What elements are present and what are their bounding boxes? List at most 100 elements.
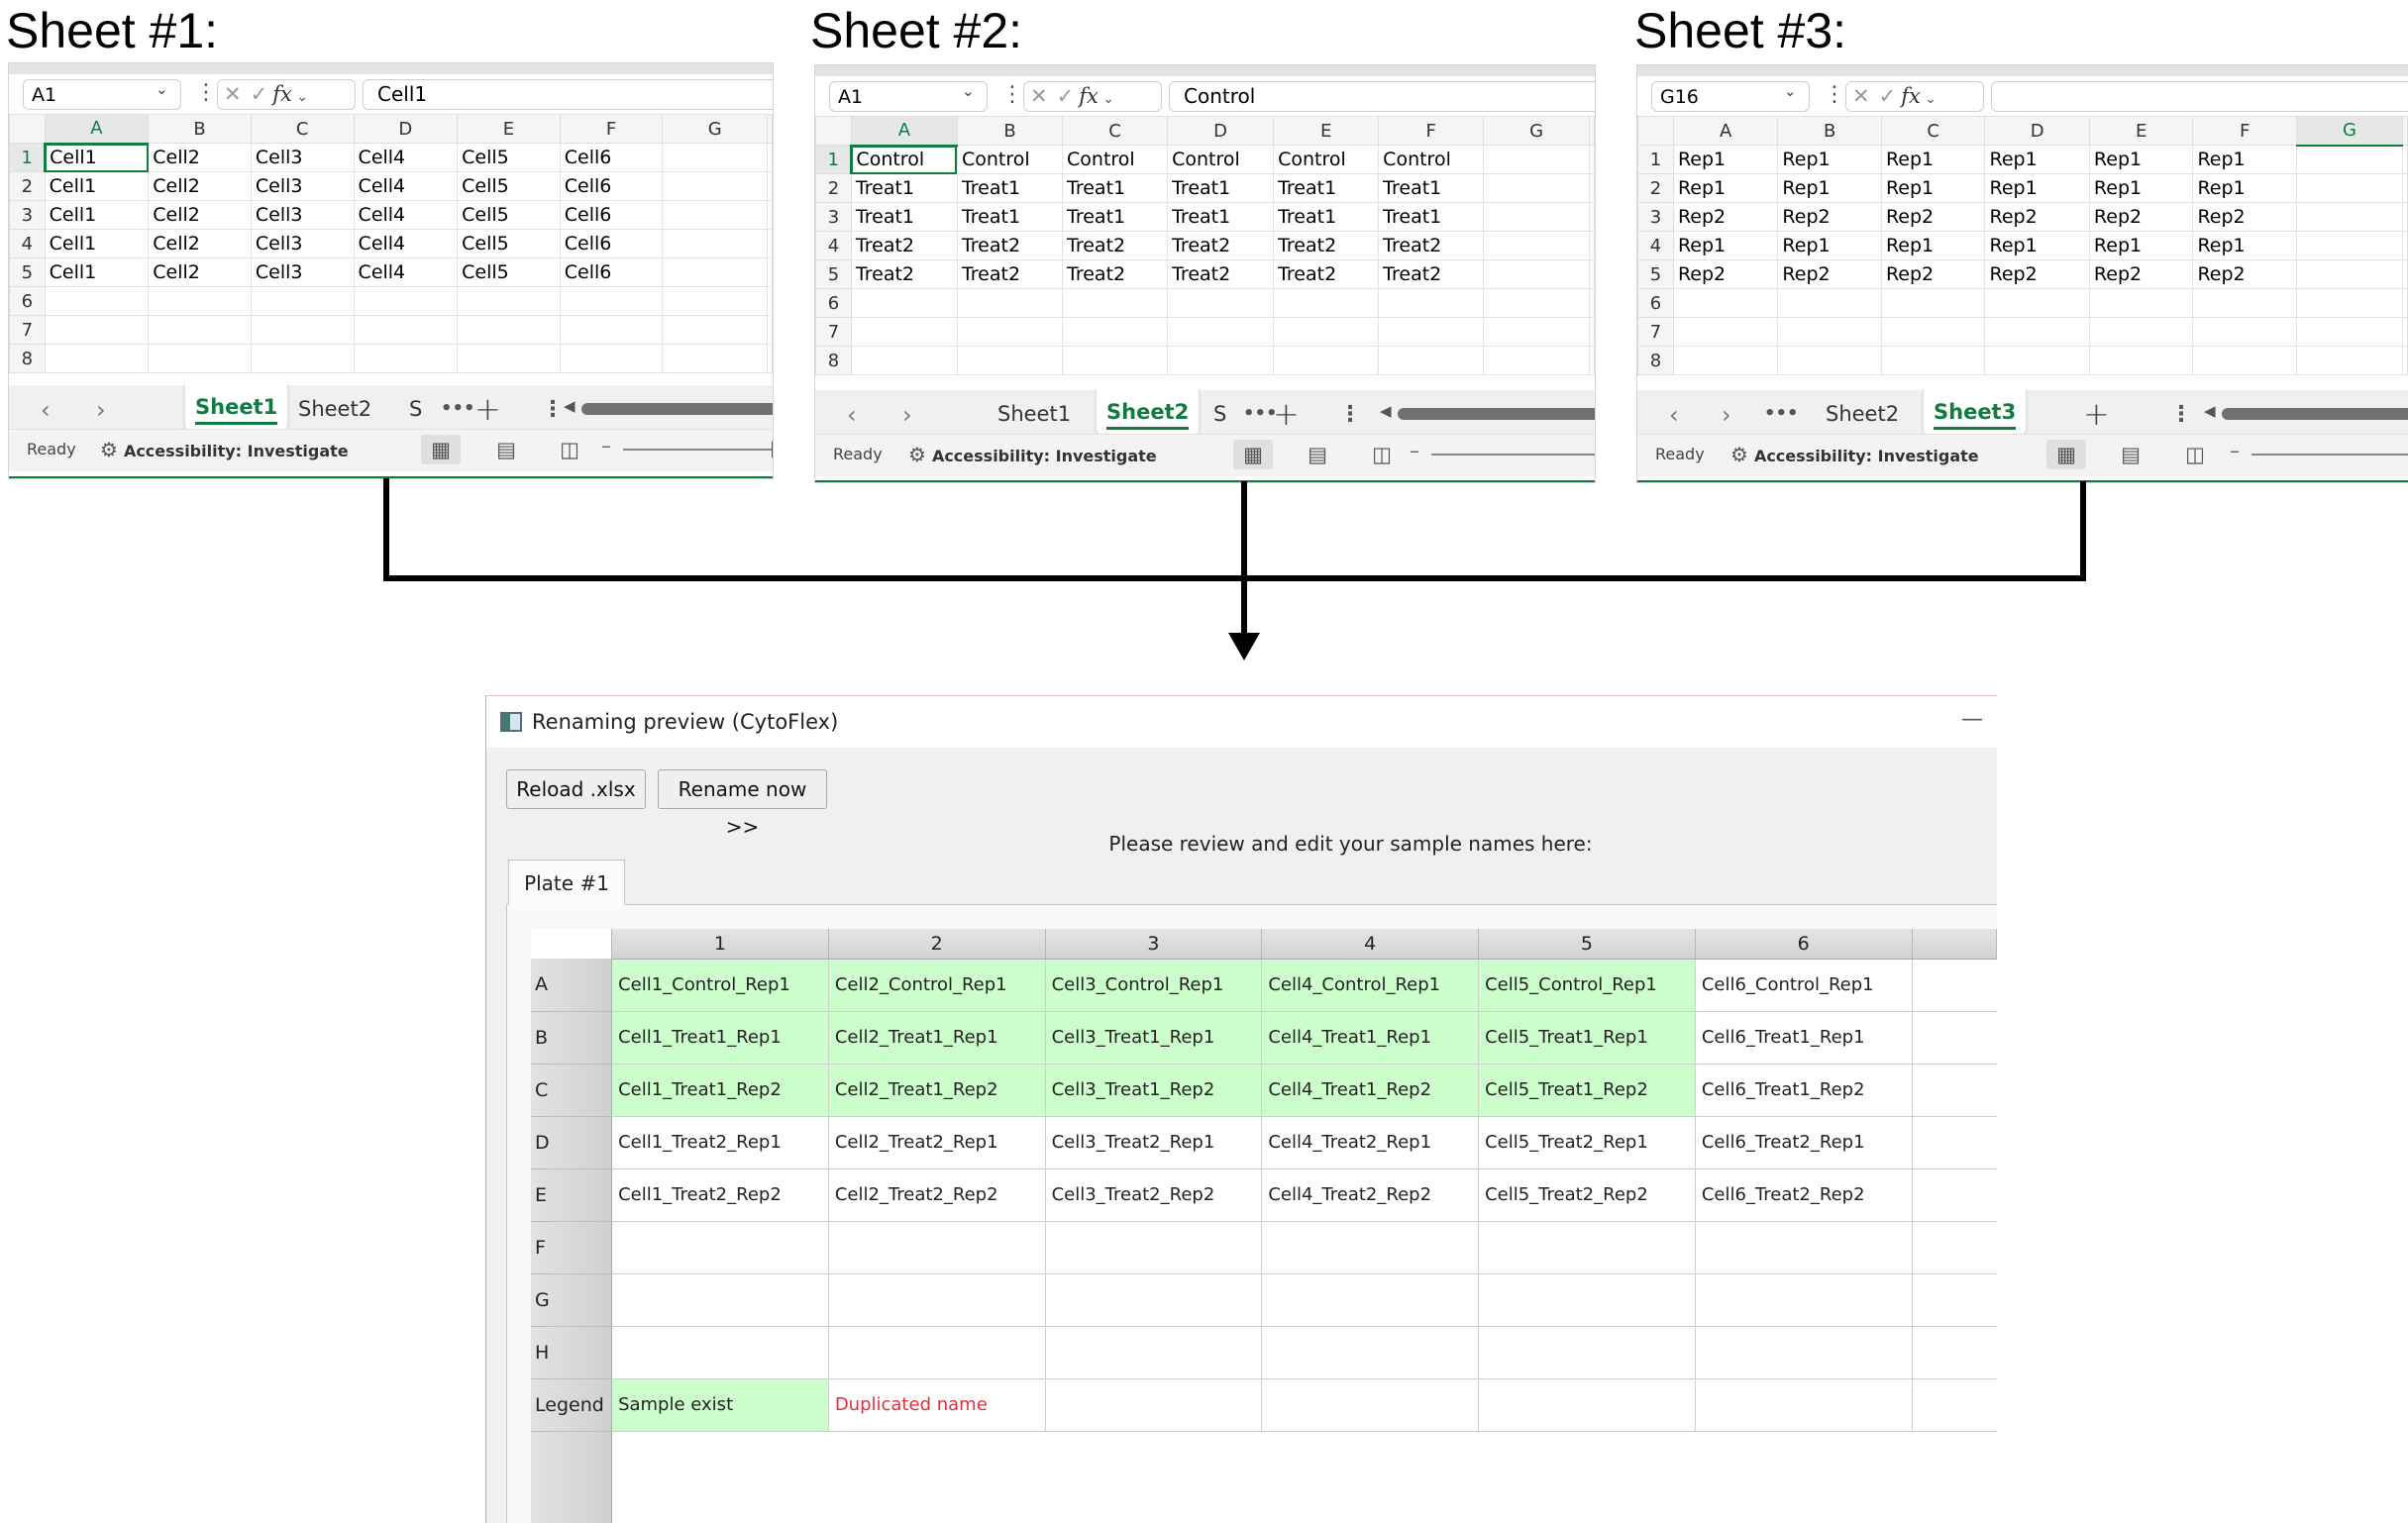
- grid-cell[interactable]: Rep1: [1777, 145, 1882, 174]
- grid-cell[interactable]: [662, 315, 768, 345]
- formula-input[interactable]: [1991, 81, 2408, 112]
- row-header[interactable]: 5: [9, 257, 46, 287]
- grid-cell[interactable]: [1984, 288, 2090, 318]
- grid-cell[interactable]: [1589, 173, 1595, 203]
- grid-cell[interactable]: [767, 229, 773, 258]
- grid-cell[interactable]: Rep1: [1880, 173, 1986, 203]
- grid-cell[interactable]: Treat2: [850, 259, 958, 289]
- sample-cell[interactable]: Cell5_Treat1_Rep2: [1478, 1064, 1696, 1117]
- row-header[interactable]: 7: [1637, 317, 1674, 347]
- grid-cell[interactable]: [662, 257, 768, 287]
- grid-cell[interactable]: [662, 286, 768, 316]
- grid-cell[interactable]: [559, 286, 664, 316]
- sample-cell[interactable]: [1045, 1326, 1263, 1379]
- select-all-corner[interactable]: [1637, 116, 1674, 146]
- grid-cell[interactable]: [662, 200, 768, 230]
- row-header[interactable]: 5: [815, 259, 852, 289]
- grid-cell[interactable]: Rep1: [1672, 145, 1779, 174]
- column-header-C[interactable]: C: [1062, 116, 1169, 146]
- sample-cell[interactable]: [1695, 1221, 1913, 1274]
- grid-cell[interactable]: Treat2: [956, 259, 1064, 289]
- row-header[interactable]: 1: [815, 145, 853, 174]
- grid-cell[interactable]: Cell2: [148, 171, 252, 201]
- sample-cell[interactable]: Cell6_Treat2_Rep2: [1695, 1168, 1913, 1222]
- row-header[interactable]: 8: [815, 346, 852, 375]
- sample-cell[interactable]: [1478, 1326, 1696, 1379]
- grid-cell[interactable]: Rep1: [2088, 231, 2194, 260]
- column-header-F[interactable]: F: [2192, 116, 2297, 146]
- sample-cell[interactable]: Cell2_Treat2_Rep2: [828, 1168, 1046, 1222]
- column-header-G[interactable]: G: [662, 114, 768, 144]
- column-header-D[interactable]: D: [1167, 116, 1275, 146]
- grid-cell[interactable]: [2192, 288, 2297, 318]
- sample-cell[interactable]: [828, 1326, 1046, 1379]
- grid-cell[interactable]: [1483, 202, 1590, 232]
- grid-cell[interactable]: [44, 286, 150, 316]
- grid-cell[interactable]: Rep1: [1984, 145, 2090, 174]
- grid-cell[interactable]: Treat2: [1378, 231, 1485, 260]
- grid-cell[interactable]: [2295, 145, 2404, 174]
- sample-cell[interactable]: Cell5_Treat1_Rep1: [1478, 1011, 1696, 1065]
- grid-cell[interactable]: Cell4: [353, 200, 459, 230]
- grid-cell[interactable]: [662, 171, 768, 201]
- cancel-x-icon[interactable]: ✕: [1852, 84, 1879, 108]
- grid-cell[interactable]: [2295, 259, 2404, 289]
- grid-cell[interactable]: [662, 344, 768, 373]
- grid-cell[interactable]: Rep1: [2192, 145, 2297, 174]
- grid-cell[interactable]: [2402, 317, 2408, 347]
- page-layout-icon[interactable]: ▤: [2111, 440, 2150, 469]
- row-header[interactable]: 4: [1637, 231, 1674, 260]
- grid-cell[interactable]: [1589, 259, 1595, 289]
- grid-cell[interactable]: [353, 315, 459, 345]
- grid-cell[interactable]: Cell4: [353, 143, 459, 172]
- grid-cell[interactable]: Rep2: [2192, 259, 2297, 289]
- sample-cell[interactable]: [611, 1326, 829, 1379]
- sample-cell[interactable]: [1261, 1273, 1480, 1327]
- grid-cell[interactable]: [767, 257, 773, 287]
- grid-cell[interactable]: Treat1: [1378, 202, 1485, 232]
- grid-cell[interactable]: [1589, 145, 1595, 174]
- grid-cell[interactable]: [1880, 288, 1986, 318]
- sample-cell[interactable]: Cell1_Control_Rep1: [611, 959, 829, 1012]
- column-header-E[interactable]: E: [1273, 116, 1380, 146]
- sample-cell[interactable]: Cell4_Treat1_Rep1: [1261, 1011, 1480, 1065]
- grid-cell[interactable]: [1378, 288, 1485, 318]
- grid-cell[interactable]: Rep1: [1984, 231, 2090, 260]
- fx-icon[interactable]: fx: [1901, 84, 1921, 108]
- grid-cell[interactable]: Treat2: [956, 231, 1064, 260]
- chevron-right-icon[interactable]: ›: [1722, 390, 1731, 440]
- plus-icon[interactable]: +: [474, 385, 501, 433]
- column-header-B[interactable]: B: [956, 116, 1064, 146]
- chevron-down-icon[interactable]: ⌄: [1921, 91, 1937, 107]
- grid-cell[interactable]: Cell1: [44, 229, 150, 258]
- grid-cell[interactable]: [1378, 346, 1485, 375]
- page-break-icon[interactable]: ◫: [550, 435, 589, 464]
- grid-cell[interactable]: [2088, 317, 2194, 347]
- grid-cell[interactable]: [850, 346, 958, 375]
- grid-cell[interactable]: [457, 344, 561, 373]
- grid-cell[interactable]: [1483, 259, 1590, 289]
- grid-cell[interactable]: [662, 143, 768, 172]
- horizontal-scrollbar[interactable]: ◀: [564, 397, 773, 416]
- column-header-D[interactable]: D: [353, 114, 459, 144]
- chevron-down-icon[interactable]: ⌄: [156, 80, 168, 98]
- grid-view-icon[interactable]: ▦: [1233, 440, 1273, 469]
- grid-cell[interactable]: [2402, 173, 2408, 203]
- row-header[interactable]: 6: [815, 288, 852, 318]
- sample-cell[interactable]: Cell3_Treat1_Rep2: [1045, 1064, 1263, 1117]
- chevron-down-icon[interactable]: ⌄: [1099, 91, 1114, 107]
- grid-cell[interactable]: [457, 315, 561, 345]
- grid-cell[interactable]: [1672, 346, 1779, 375]
- grid-cell[interactable]: [1062, 317, 1169, 347]
- grid-cell[interactable]: Treat1: [1167, 202, 1275, 232]
- column-header-C[interactable]: C: [1880, 116, 1986, 146]
- row-header[interactable]: 3: [815, 202, 852, 232]
- grid-cell[interactable]: Control: [1273, 145, 1380, 174]
- sample-cell[interactable]: Cell1_Treat2_Rep1: [611, 1116, 829, 1169]
- minus-icon[interactable]: –: [2230, 439, 2240, 462]
- accessibility-status[interactable]: ⚙ Accessibility: Investigate: [908, 435, 1157, 476]
- more-vertical-icon[interactable]: ⋮: [1001, 79, 1023, 111]
- grid-cell[interactable]: [850, 288, 958, 318]
- grid-cell[interactable]: [44, 315, 150, 345]
- row-header[interactable]: 2: [1637, 173, 1674, 203]
